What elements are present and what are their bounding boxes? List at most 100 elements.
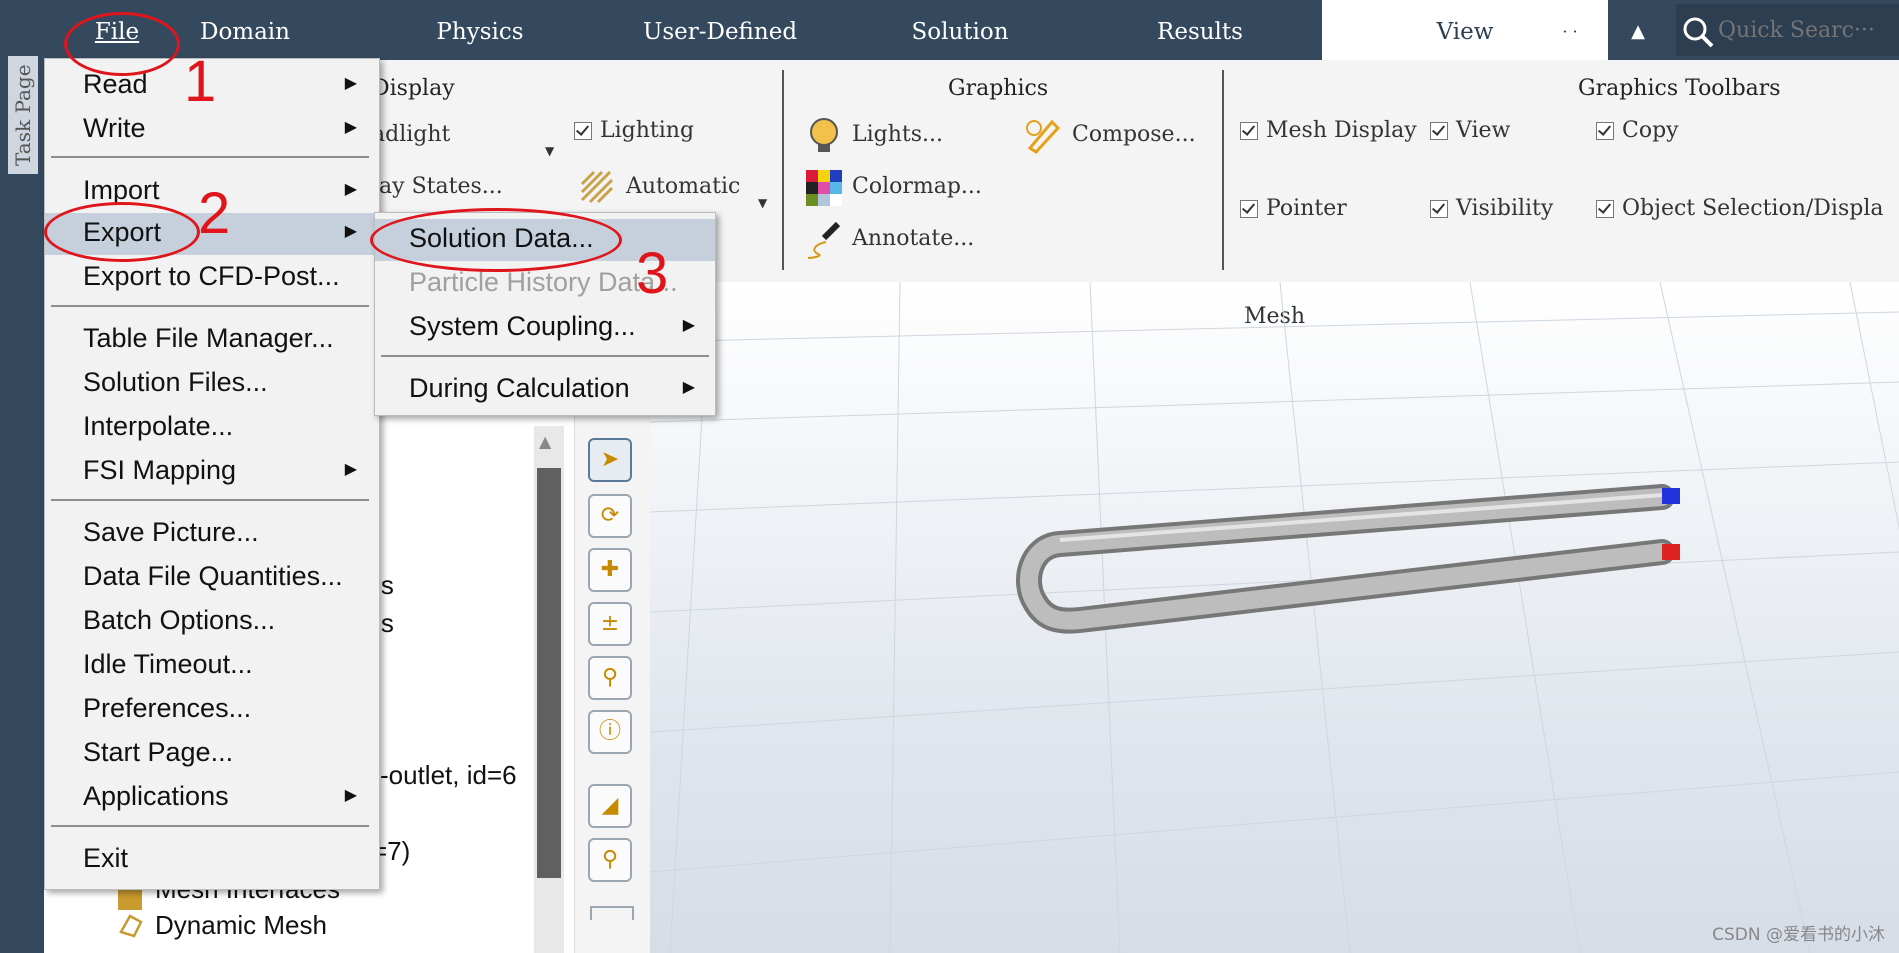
menu-item-batch-options[interactable]: Batch Options... xyxy=(45,601,379,641)
menu-item-label: Batch Options... xyxy=(83,605,276,635)
tab-overflow-label: · · xyxy=(1562,22,1578,41)
ribbon-tab-bar: File Domain Physics User-Defined Solutio… xyxy=(0,0,1899,60)
display-group-heading: Display xyxy=(372,76,455,101)
tab-solution[interactable]: Solution xyxy=(890,0,1030,60)
quick-search-input[interactable] xyxy=(1716,12,1896,48)
annotation-ring-file xyxy=(64,12,180,76)
visibility-label: Visibility xyxy=(1456,196,1554,221)
submenu-arrow-icon: ▶ xyxy=(344,461,357,478)
menu-item-during-calculation[interactable]: During Calculation ▶ xyxy=(375,369,715,409)
lighting-checkbox[interactable] xyxy=(574,122,592,140)
menu-item-label: FSI Mapping xyxy=(83,455,237,485)
menu-item-fsi-mapping[interactable]: FSI Mapping ▶ xyxy=(45,451,379,491)
tab-view-label: View xyxy=(1436,19,1494,45)
object-selection-checkbox[interactable] xyxy=(1596,200,1614,218)
fit-to-window-button[interactable]: ◢ xyxy=(588,784,632,828)
tab-solution-label: Solution xyxy=(911,19,1009,45)
tab-results[interactable]: Results xyxy=(1130,0,1270,60)
colormap-icon xyxy=(806,170,842,206)
zoom-button[interactable]: ± xyxy=(588,602,632,646)
headlight-chevron-icon[interactable]: ▼ xyxy=(545,144,554,158)
tree-scrollbar-thumb[interactable] xyxy=(537,468,561,878)
mesh-grid xyxy=(650,282,1899,953)
menu-separator xyxy=(51,499,369,501)
pointer-label: Pointer xyxy=(1266,196,1347,221)
pan-icon: ✚ xyxy=(600,557,620,582)
copy-checkbox[interactable] xyxy=(1596,122,1614,140)
menu-item-interpolate[interactable]: Interpolate... xyxy=(45,407,379,447)
tab-overflow[interactable]: · · xyxy=(1550,0,1590,60)
fit-window-icon: ◢ xyxy=(601,793,619,818)
submenu-arrow-icon: ▶ xyxy=(344,223,357,240)
menu-separator xyxy=(381,355,709,357)
tool-column-more[interactable] xyxy=(590,906,634,920)
automatic-chevron-icon[interactable]: ▼ xyxy=(758,196,767,210)
menu-item-save-picture[interactable]: Save Picture... xyxy=(45,513,379,553)
colormap-button[interactable]: Colormap... xyxy=(852,174,982,199)
menu-item-label: Preferences... xyxy=(83,693,252,723)
tab-results-label: Results xyxy=(1157,19,1243,45)
menu-item-write[interactable]: Write ▶ xyxy=(45,109,379,149)
mesh-display-label: Mesh Display xyxy=(1266,118,1417,143)
annotate-button[interactable]: Annotate... xyxy=(852,226,974,251)
zoom-box-button[interactable]: ⚲ xyxy=(588,838,632,882)
tab-user-defined-label: User-Defined xyxy=(642,19,798,45)
display-states-button[interactable]: lay States... xyxy=(372,174,503,199)
zoom-box-icon: ⚲ xyxy=(601,847,619,872)
mesh-display-checkbox[interactable] xyxy=(1240,122,1258,140)
dynamic-mesh-icon xyxy=(119,914,143,938)
menu-item-system-coupling[interactable]: System Coupling... ▶ xyxy=(375,307,715,347)
menu-item-label: Exit xyxy=(83,843,129,873)
light-bulb-icon xyxy=(810,118,838,152)
tab-user-defined[interactable]: User-Defined xyxy=(630,0,810,60)
compose-button[interactable]: Compose... xyxy=(1072,122,1196,147)
zoom-to-area-button[interactable]: ⚲ xyxy=(588,656,632,700)
ribbon-divider xyxy=(1222,70,1224,270)
copy-label: Copy xyxy=(1622,118,1679,143)
menu-item-idle-timeout[interactable]: Idle Timeout... xyxy=(45,645,379,685)
menu-item-label: Write xyxy=(83,113,146,143)
probe-info-button[interactable]: ⓘ xyxy=(588,710,632,754)
menu-item-solution-files[interactable]: Solution Files... xyxy=(45,363,379,403)
task-page-tab[interactable]: Task Page xyxy=(8,56,38,174)
menu-item-export-cfd-post[interactable]: Export to CFD-Post... xyxy=(45,257,379,297)
collapse-ribbon-button[interactable]: ▲ xyxy=(1608,0,1668,60)
headlight-dropdown[interactable]: adlight xyxy=(372,122,450,147)
menu-item-applications[interactable]: Applications ▶ xyxy=(45,777,379,817)
mesh-interfaces-icon xyxy=(118,890,142,910)
menu-item-label: Applications xyxy=(83,781,229,811)
graphics-viewport[interactable]: Mesh CSDN @爱看书的小沐 xyxy=(650,282,1899,953)
pan-button[interactable]: ✚ xyxy=(588,548,632,592)
magnifier-icon: ⚲ xyxy=(601,665,619,690)
menu-item-data-file-quantities[interactable]: Data File Quantities... xyxy=(45,557,379,597)
tree-item-fragment[interactable]: -outlet, id=6 xyxy=(380,760,517,791)
annotation-ring-solution-data xyxy=(370,208,622,272)
visibility-checkbox[interactable] xyxy=(1430,200,1448,218)
menu-item-start-page[interactable]: Start Page... xyxy=(45,733,379,773)
search-icon xyxy=(1683,17,1714,48)
chevron-up-icon: ▲ xyxy=(1631,21,1645,42)
pointer-checkbox[interactable] xyxy=(1240,200,1258,218)
compose-pencil-icon xyxy=(1026,119,1061,154)
info-icon: ⓘ xyxy=(598,719,621,744)
scroll-up-arrow-icon[interactable]: ▲ xyxy=(539,432,551,451)
automatic-dropdown[interactable]: Automatic xyxy=(626,174,740,199)
rotate-button[interactable]: ⟳ xyxy=(588,494,632,538)
view-checkbox[interactable] xyxy=(1430,122,1448,140)
menu-item-label: Save Picture... xyxy=(83,517,259,547)
tab-physics-label: Physics xyxy=(436,19,524,45)
lights-button[interactable]: Lights... xyxy=(852,122,943,147)
submenu-arrow-icon: ▶ xyxy=(344,181,357,198)
graphics-toolbars-heading: Graphics Toolbars xyxy=(1578,76,1781,101)
menu-item-label: Start Page... xyxy=(83,737,234,767)
quick-search[interactable] xyxy=(1676,4,1899,56)
pointer-arrow-icon: ➤ xyxy=(600,447,620,472)
menu-item-label: System Coupling... xyxy=(409,311,636,341)
menu-item-exit[interactable]: Exit xyxy=(45,839,379,879)
tab-physics[interactable]: Physics xyxy=(420,0,540,60)
select-pointer-button[interactable]: ➤ xyxy=(588,438,632,482)
menu-item-preferences[interactable]: Preferences... xyxy=(45,689,379,729)
menu-item-table-file-manager[interactable]: Table File Manager... xyxy=(45,319,379,359)
tree-item-dynamic-mesh[interactable]: Dynamic Mesh xyxy=(155,910,327,941)
rotate-icon: ⟳ xyxy=(600,503,620,528)
